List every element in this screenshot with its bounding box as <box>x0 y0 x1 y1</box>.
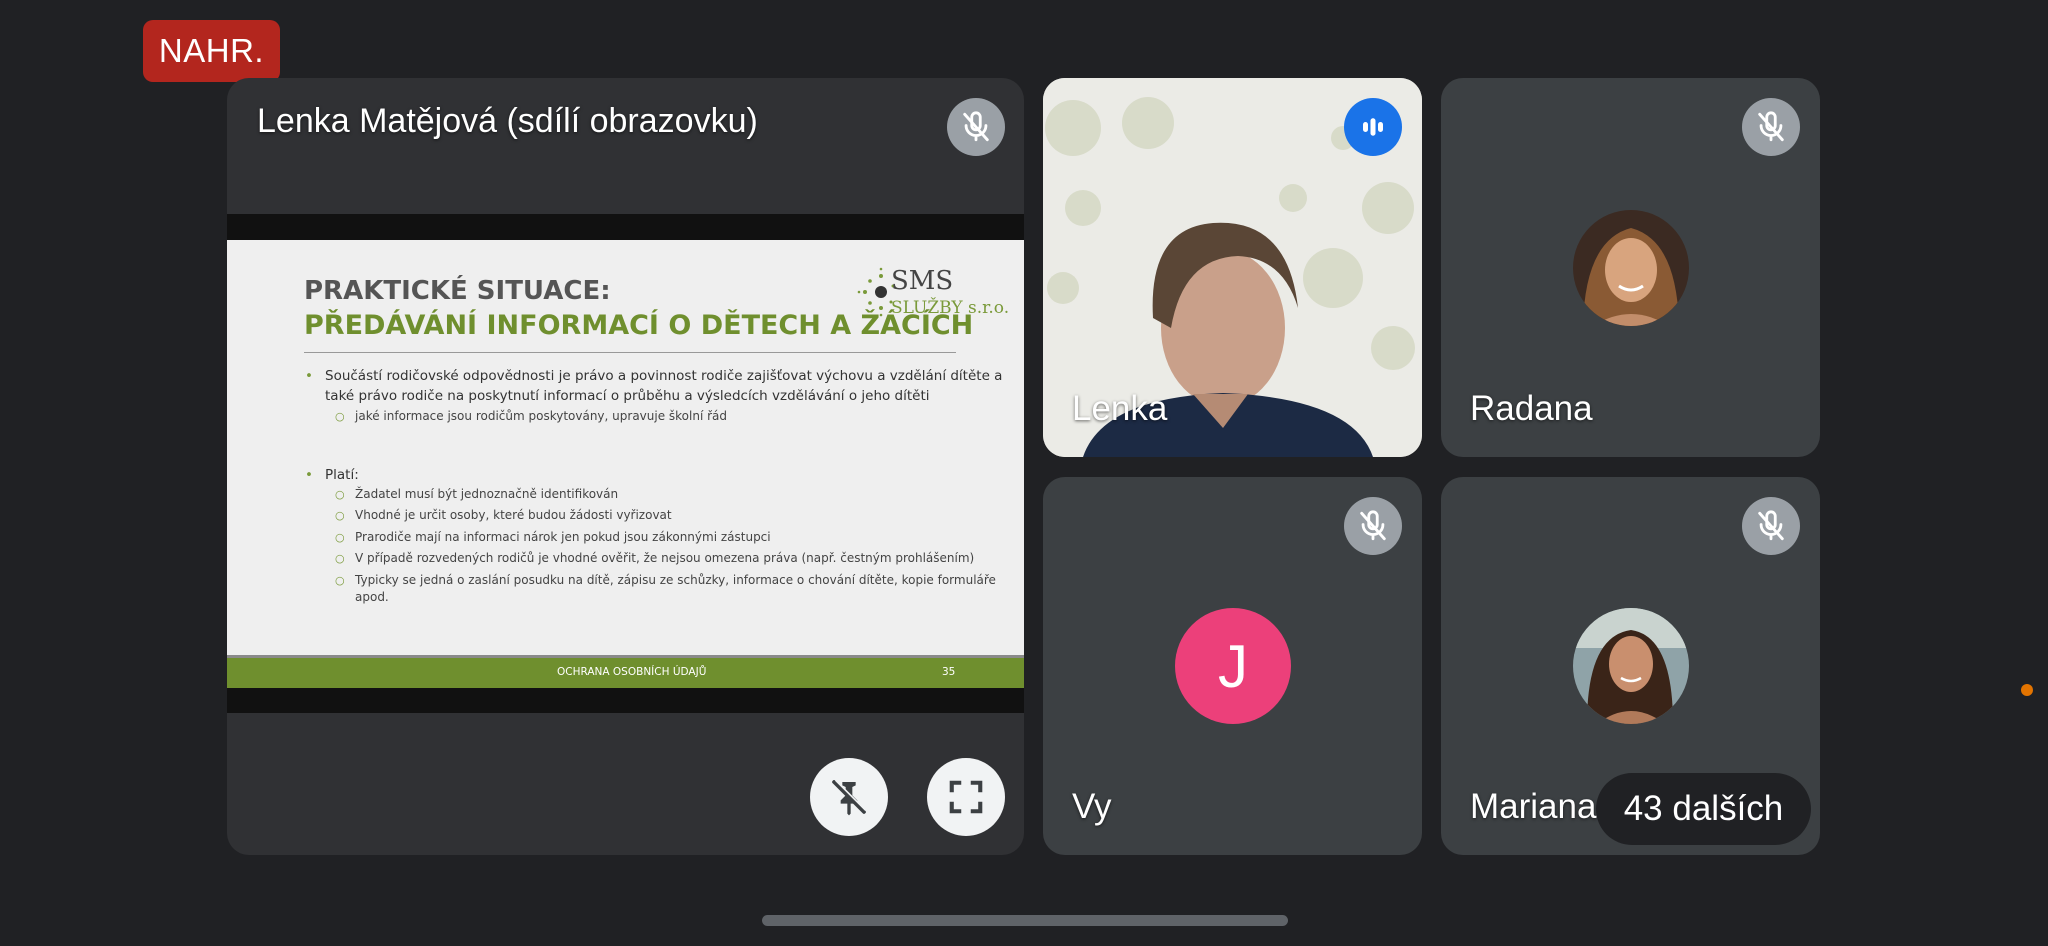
presenter-name: Lenka Matějová (sdílí obrazovku) <box>257 102 758 140</box>
slide-sub-bullet: V případě rozvedených rodičů je vhodné o… <box>335 550 974 567</box>
participant-tile-radana[interactable]: Radana <box>1441 78 1820 457</box>
mic-off-icon <box>1758 111 1784 142</box>
speaking-indicator <box>1344 98 1402 156</box>
slide-bullet: Platí: <box>305 465 359 485</box>
presenter-mic-muted-icon <box>947 98 1005 156</box>
avatar-you: J <box>1175 608 1291 724</box>
participant-name-you: Vy <box>1072 787 1112 826</box>
shared-screen: PRAKTICKÉ SITUACE: PŘEDÁVÁNÍ INFORMACÍ O… <box>227 214 1024 713</box>
participant-tile-you[interactable]: J Vy <box>1043 477 1422 855</box>
you-mic-muted-icon <box>1344 497 1402 555</box>
participant-name-mariana: Mariana <box>1470 787 1597 826</box>
presentation-slide: PRAKTICKÉ SITUACE: PŘEDÁVÁNÍ INFORMACÍ O… <box>227 240 1024 688</box>
slide-footer: OCHRANA OSOBNÍCH ÚDAJŮ 35 <box>227 655 1024 688</box>
participant-name-radana: Radana <box>1470 389 1593 428</box>
audio-level-icon <box>1363 118 1383 136</box>
slide-divider <box>304 352 956 353</box>
slide-sub-bullet: Žadatel musí být jednoznačně identifikov… <box>335 486 618 503</box>
slide-footer-text: OCHRANA OSOBNÍCH ÚDAJŮ <box>557 666 707 678</box>
more-participants-button[interactable]: 43 dalších <box>1596 773 1811 845</box>
slide-sub-bullet: Typicky se jedná o zaslání posudku na dí… <box>335 572 996 606</box>
participant-tile-lenka[interactable]: Lenka <box>1043 78 1422 457</box>
mic-off-icon <box>1758 510 1784 541</box>
radana-mic-muted-icon <box>1742 98 1800 156</box>
avatar-mariana <box>1573 608 1689 724</box>
slide-sub-bullet: jaké informace jsou rodičům poskytovány,… <box>335 408 727 425</box>
fullscreen-button[interactable] <box>927 758 1005 836</box>
participant-name-lenka: Lenka <box>1072 389 1168 428</box>
unpin-button[interactable] <box>810 758 888 836</box>
mariana-mic-muted-icon <box>1742 497 1800 555</box>
slide-page-number: 35 <box>942 666 956 678</box>
privacy-indicator-dot <box>2021 684 2033 696</box>
recording-badge: NAHR. <box>143 20 280 82</box>
mic-off-icon <box>963 111 989 142</box>
slide-sub-bullet: Prarodiče mají na informaci nárok jen po… <box>335 529 771 546</box>
slide-sub-bullet: Vhodné je určit osoby, které budou žádos… <box>335 507 672 524</box>
mic-off-icon <box>1360 510 1386 541</box>
sms-sluzby-logo: SMS SLUŽBY s.r.o. <box>847 262 1017 326</box>
pin-off-icon <box>832 779 867 816</box>
slide-bullet: Součástí rodičovské odpovědnosti je práv… <box>305 366 1002 406</box>
home-indicator-bar[interactable] <box>762 915 1288 926</box>
fullscreen-icon <box>949 780 983 814</box>
avatar-radana <box>1573 210 1689 326</box>
slide-title-line1: PRAKTICKÉ SITUACE: <box>304 276 611 306</box>
presentation-tile[interactable]: Lenka Matějová (sdílí obrazovku) PRAKTIC… <box>227 78 1024 855</box>
